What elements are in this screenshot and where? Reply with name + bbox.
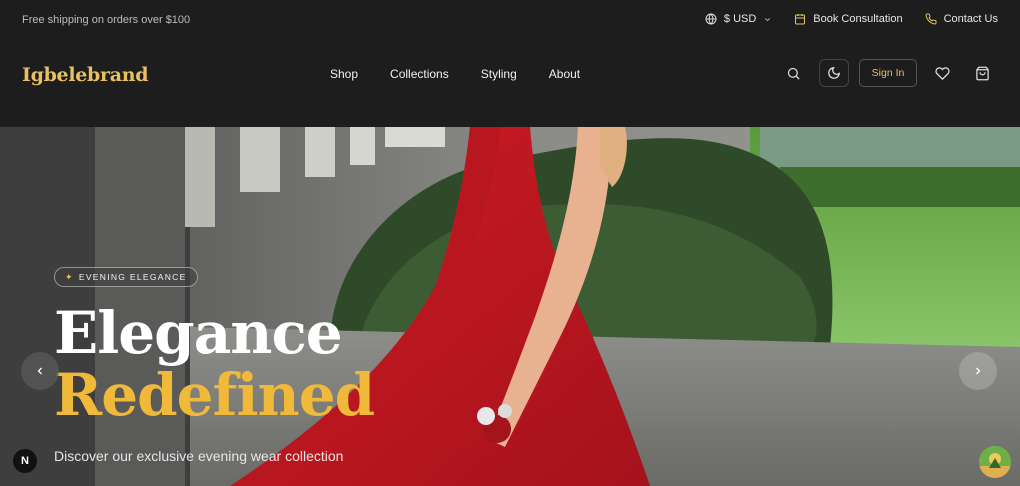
top-bar-links: $ USD Book Consultation Contact Us: [705, 13, 998, 25]
theme-toggle-button[interactable]: [819, 59, 849, 87]
shopping-bag-icon: [975, 66, 989, 80]
nav-styling[interactable]: Styling: [481, 67, 517, 81]
shipping-notice: Free shipping on orders over $100: [22, 14, 191, 26]
carousel-prev-button[interactable]: [21, 352, 59, 390]
hero-carousel: ✦ EVENING ELEGANCE Elegance Redefined Di…: [0, 127, 1020, 486]
chevron-right-icon: [976, 367, 981, 375]
hero-subtitle: Discover our exclusive evening wear coll…: [54, 448, 344, 464]
globe-icon: [705, 13, 717, 25]
wishlist-button[interactable]: [929, 60, 955, 86]
nav-collections[interactable]: Collections: [390, 67, 449, 81]
contact-us-label: Contact Us: [943, 13, 998, 25]
header-actions: Sign In: [780, 59, 995, 87]
nav-about[interactable]: About: [549, 67, 580, 81]
sign-in-button[interactable]: Sign In: [859, 59, 917, 87]
book-consultation-link[interactable]: Book Consultation: [794, 13, 903, 25]
nav-shop[interactable]: Shop: [330, 67, 358, 81]
calendar-icon: [795, 14, 806, 25]
chat-widget-button[interactable]: [979, 446, 1011, 478]
search-button[interactable]: [780, 60, 806, 86]
sparkle-icon: ✦: [65, 271, 74, 282]
contact-us-link[interactable]: Contact Us: [925, 13, 998, 25]
currency-selector[interactable]: $ USD: [705, 13, 772, 25]
hero-badge: ✦ EVENING ELEGANCE: [54, 267, 198, 287]
cart-button[interactable]: [969, 60, 995, 86]
phone-icon: [925, 13, 937, 25]
search-icon: [787, 67, 800, 80]
dev-tools-badge[interactable]: N: [13, 449, 37, 473]
top-bar: Free shipping on orders over $100 $ USD …: [0, 0, 1020, 42]
currency-label: $ USD: [723, 13, 757, 25]
moon-icon: [828, 67, 840, 79]
chevron-down-icon: [765, 17, 771, 21]
hero-title-line1: Elegance: [54, 299, 343, 367]
hero-title-line2: Redefined: [54, 361, 375, 429]
brand-logo[interactable]: Igbelebrand: [22, 64, 149, 86]
carousel-next-button[interactable]: [959, 352, 997, 390]
main-navbar: Igbelebrand Shop Collections Styling Abo…: [0, 42, 1020, 127]
book-consultation-label: Book Consultation: [813, 13, 903, 25]
chat-avatar-icon: [979, 446, 1011, 478]
hero-badge-label: EVENING ELEGANCE: [78, 272, 187, 282]
main-nav: Shop Collections Styling About: [330, 67, 580, 81]
chevron-left-icon: [37, 367, 42, 375]
heart-icon: [934, 66, 950, 80]
